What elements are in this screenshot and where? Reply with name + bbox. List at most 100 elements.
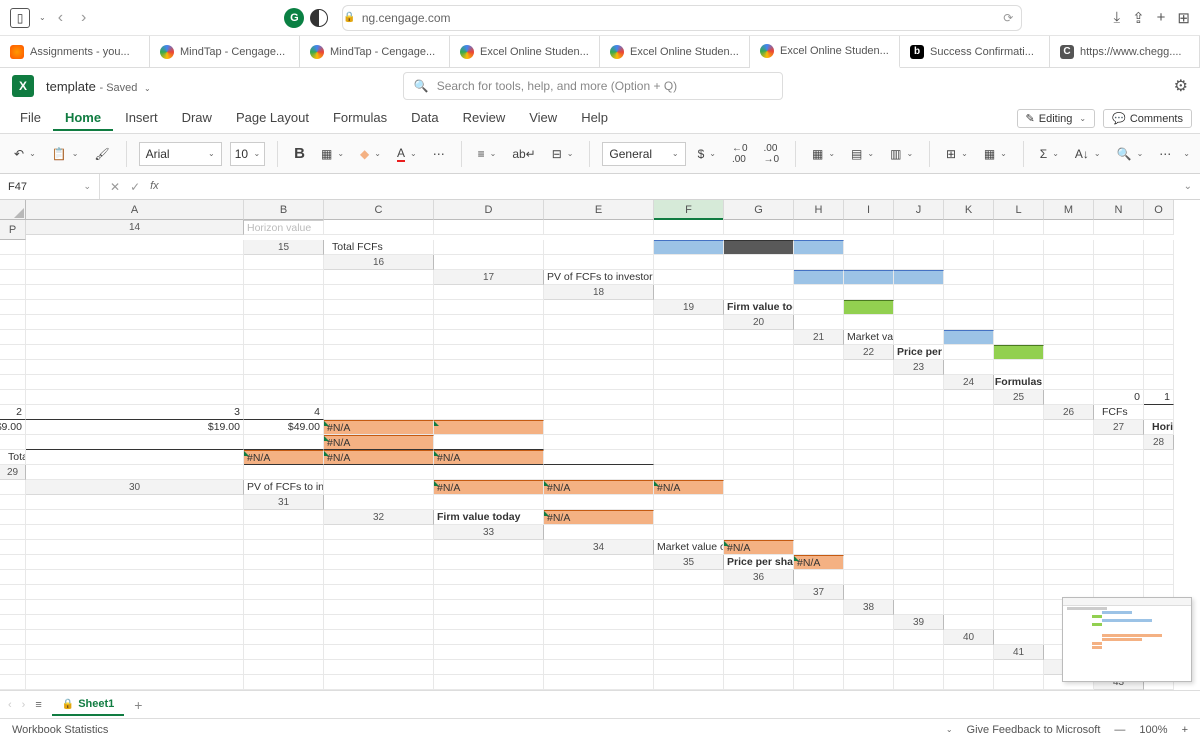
cell[interactable] — [654, 405, 724, 420]
cell[interactable] — [324, 390, 434, 405]
cell[interactable] — [724, 360, 794, 375]
browser-tab[interactable]: Excel Online Studen... — [600, 36, 750, 67]
cell[interactable] — [0, 375, 26, 390]
cell[interactable] — [724, 510, 794, 525]
cell[interactable] — [724, 600, 794, 615]
cell[interactable] — [1094, 495, 1144, 510]
cell[interactable] — [894, 480, 944, 495]
cell[interactable]: Market value of equity, MVEquity — [844, 330, 894, 345]
cell[interactable] — [794, 220, 844, 235]
column-header[interactable]: B — [244, 200, 324, 220]
cell[interactable] — [0, 615, 26, 630]
cell[interactable] — [654, 450, 724, 465]
menu-formulas[interactable]: Formulas — [321, 106, 399, 131]
row-header[interactable]: 14 — [26, 220, 244, 235]
cell[interactable] — [1094, 525, 1144, 540]
sort-filter-button[interactable]: A↓⌄ — [1071, 145, 1105, 163]
workbook-stats-button[interactable]: Workbook Statistics — [12, 724, 108, 736]
address-bar[interactable]: 🔒 ng.cengage.com ⟳ — [342, 5, 1022, 31]
column-header[interactable]: E — [544, 200, 654, 220]
add-sheet-button[interactable]: + — [134, 697, 142, 713]
cell[interactable] — [1044, 540, 1094, 555]
browser-tab[interactable]: bSuccess Confirmati... — [900, 36, 1050, 67]
cell[interactable] — [1044, 300, 1094, 315]
cell[interactable]: #N/A — [794, 555, 844, 570]
cell[interactable] — [794, 600, 844, 615]
cell[interactable] — [944, 300, 994, 315]
cell[interactable] — [994, 600, 1044, 615]
cell[interactable] — [26, 465, 244, 480]
cell[interactable] — [1144, 300, 1174, 315]
cell[interactable] — [844, 645, 894, 660]
cell[interactable] — [544, 315, 654, 330]
cell[interactable] — [434, 240, 544, 255]
cell[interactable] — [894, 435, 944, 450]
cell[interactable]: #N/A — [324, 420, 434, 435]
browser-tab[interactable]: Excel Online Studen... — [750, 36, 900, 68]
cell[interactable] — [26, 660, 244, 675]
cell[interactable]: Total FCFs — [324, 240, 434, 255]
cell[interactable] — [1144, 345, 1174, 360]
menu-insert[interactable]: Insert — [113, 106, 170, 131]
conditional-format-button[interactable]: ▦⌄ — [808, 145, 839, 163]
cell[interactable] — [944, 615, 994, 630]
cell[interactable] — [794, 240, 844, 255]
cell[interactable]: #N/A — [544, 480, 654, 495]
cell[interactable] — [0, 480, 26, 495]
feedback-button[interactable]: Give Feedback to Microsoft — [967, 724, 1101, 736]
cell[interactable] — [244, 345, 324, 360]
cell[interactable] — [26, 345, 244, 360]
cell[interactable] — [894, 330, 944, 345]
cell[interactable] — [324, 300, 434, 315]
cell[interactable] — [0, 540, 26, 555]
cell[interactable] — [894, 315, 944, 330]
cell[interactable] — [944, 345, 994, 360]
cell[interactable] — [894, 240, 944, 255]
cell[interactable] — [724, 525, 794, 540]
currency-button[interactable]: $⌄ — [694, 145, 720, 163]
paste-button[interactable]: 📋⌄ — [48, 145, 83, 163]
cell[interactable] — [1144, 360, 1174, 375]
cell[interactable] — [0, 675, 26, 690]
cell[interactable]: 1 — [1144, 390, 1174, 405]
browser-tab[interactable]: Chttps://www.chegg.... — [1050, 36, 1200, 67]
cell[interactable] — [844, 435, 894, 450]
row-header[interactable]: 19 — [654, 300, 724, 315]
cell[interactable] — [944, 645, 994, 660]
cell[interactable] — [1094, 255, 1144, 270]
cell[interactable] — [1094, 240, 1144, 255]
align-button[interactable]: ≡⌄ — [474, 145, 501, 163]
column-header[interactable]: O — [1144, 200, 1174, 220]
browser-tab[interactable]: MindTap - Cengage... — [150, 36, 300, 67]
column-header[interactable]: J — [894, 200, 944, 220]
cell[interactable] — [844, 540, 894, 555]
zoom-out-button[interactable]: — — [1114, 724, 1125, 736]
cell[interactable] — [994, 315, 1044, 330]
cell[interactable] — [894, 465, 944, 480]
cell[interactable] — [1094, 300, 1144, 315]
cell[interactable] — [994, 495, 1044, 510]
cell[interactable] — [724, 615, 794, 630]
cell[interactable] — [324, 600, 434, 615]
row-header[interactable]: 20 — [724, 315, 794, 330]
cell[interactable] — [1094, 270, 1144, 285]
cell[interactable] — [844, 220, 894, 235]
font-color-button[interactable]: A⌄ — [393, 144, 421, 164]
cell[interactable] — [894, 510, 944, 525]
cell[interactable] — [26, 450, 244, 465]
cell[interactable] — [994, 255, 1044, 270]
cell[interactable] — [844, 420, 894, 435]
cell[interactable] — [244, 510, 324, 525]
cell[interactable] — [894, 525, 944, 540]
cell[interactable] — [794, 375, 844, 390]
browser-tab[interactable]: Assignments - you... — [0, 36, 150, 67]
cell[interactable]: #N/A — [724, 540, 794, 555]
cell[interactable] — [944, 270, 994, 285]
cell[interactable] — [544, 675, 654, 690]
cell[interactable] — [724, 585, 794, 600]
cell[interactable] — [844, 585, 894, 600]
wrap-text-button[interactable]: ab↵ — [508, 145, 539, 163]
reload-icon[interactable]: ⟳ — [1003, 11, 1021, 25]
cell[interactable] — [654, 435, 724, 450]
cell[interactable] — [324, 615, 434, 630]
